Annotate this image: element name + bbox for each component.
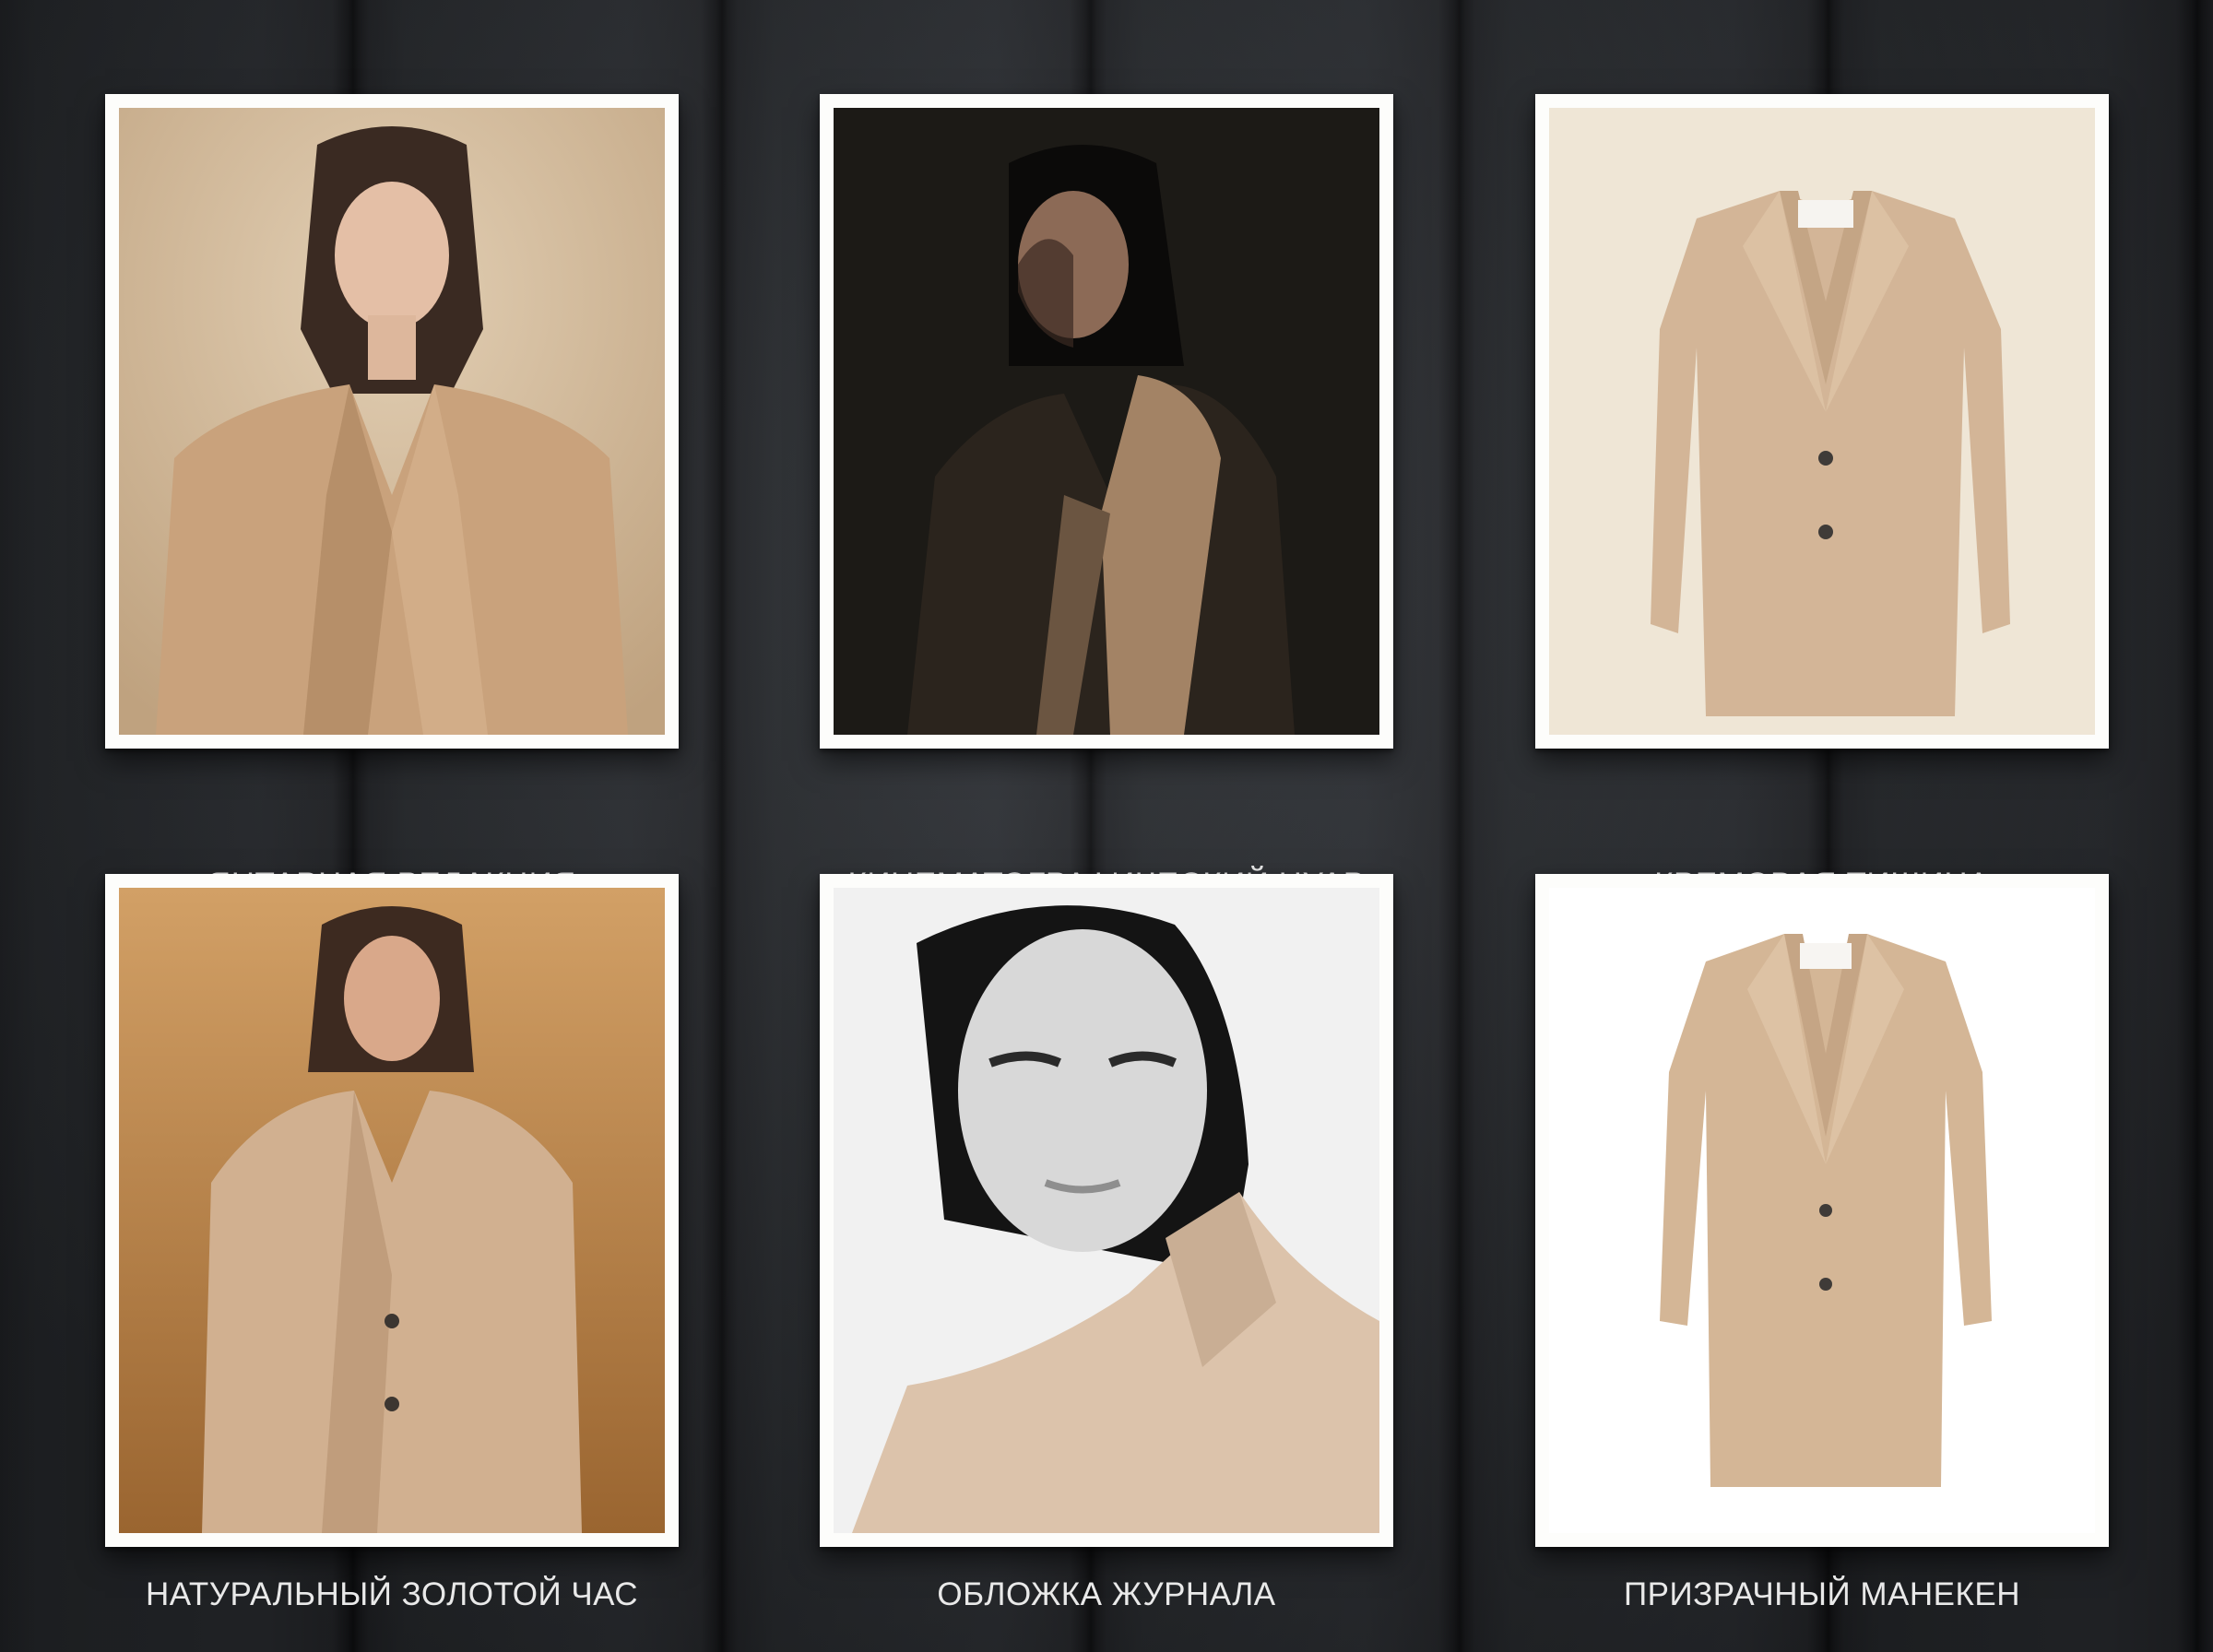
photo-frame <box>1535 94 2109 749</box>
photo-frame <box>1535 874 2109 1547</box>
photo-magazine-cover[interactable] <box>834 888 1379 1533</box>
photo-cinematic-noir[interactable] <box>834 108 1379 735</box>
photo-frame <box>105 94 679 749</box>
photo-frame <box>820 874 1393 1547</box>
caption-ghost-mannequin: ПРИЗРАЧНЫЙ МАНЕКЕН <box>1623 1576 2020 1612</box>
caption-golden-hour: НАТУРАЛЬНЫЙ ЗОЛОТОЙ ЧАС <box>145 1576 639 1612</box>
photo-golden-hour[interactable] <box>119 888 665 1533</box>
photo-cream-silence[interactable] <box>1549 108 2095 735</box>
photo-gallery: ЯНТАРНАЯ РЕДАКЦИЯ КИНЕМАТОГРАФИЧЕСКИЙ НУ… <box>0 0 2213 1652</box>
photo-frame <box>820 94 1393 749</box>
photo-ghost-mannequin[interactable] <box>1549 888 2095 1533</box>
photo-amber-edition[interactable] <box>119 108 665 735</box>
photo-frame <box>105 874 679 1547</box>
caption-magazine-cover: ОБЛОЖКА ЖУРНАЛА <box>937 1576 1276 1612</box>
